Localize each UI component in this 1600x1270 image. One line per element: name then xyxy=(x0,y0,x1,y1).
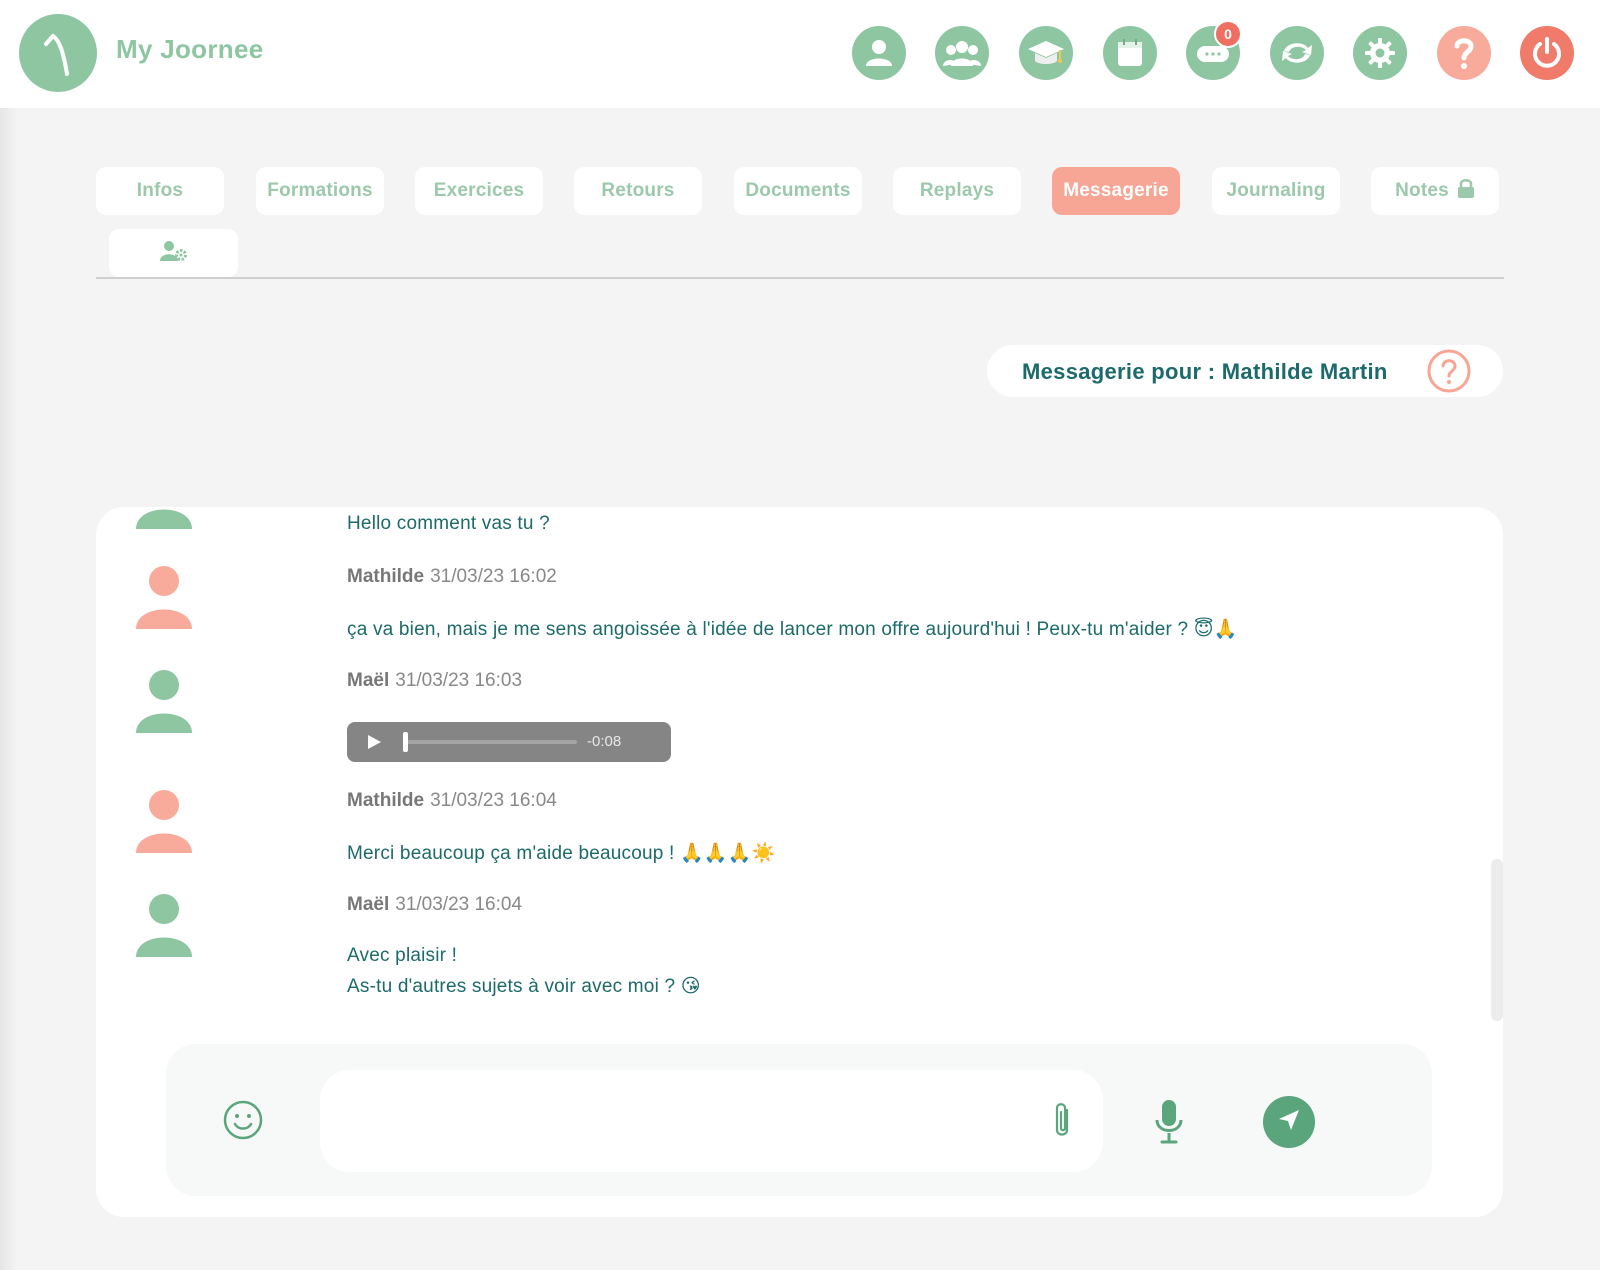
message-datetime: 31/03/23 16:03 xyxy=(395,670,523,691)
message-header: Mathilde 31/03/23 16:02 xyxy=(347,566,557,588)
tab-label: Notes xyxy=(1395,180,1449,201)
avatar-mael xyxy=(136,669,192,733)
message-text-line: Avec plaisir ! xyxy=(347,945,458,966)
tab-label: Replays xyxy=(919,180,995,201)
tab-replays[interactable]: Replays xyxy=(893,167,1021,215)
message-author: Mathilde xyxy=(347,790,425,811)
tab-exercices[interactable]: Exercices xyxy=(415,167,543,215)
tab-documents[interactable]: Documents xyxy=(734,167,862,215)
emoji-icon[interactable] xyxy=(222,1099,264,1141)
sync-icon[interactable] xyxy=(1270,26,1324,80)
page-edge-shadow xyxy=(0,108,18,1270)
page-title: Messagerie pour : Mathilde Martin xyxy=(1022,359,1388,384)
tab-formations[interactable]: Formations xyxy=(256,167,384,215)
app-name: My Joornee xyxy=(116,34,264,64)
tab-user-settings[interactable] xyxy=(109,229,238,277)
message-text-line: As-tu d'autres sujets à voir avec moi ? … xyxy=(347,976,701,997)
message-datetime: 31/03/23 16:04 xyxy=(395,894,523,915)
message-author: Maël xyxy=(347,670,390,691)
message-author: Maël xyxy=(347,894,390,915)
tabs-divider xyxy=(96,277,1504,279)
message-text: Hello comment vas tu ? xyxy=(347,513,550,534)
calendar-icon[interactable] xyxy=(1103,26,1157,80)
tab-retours[interactable]: Retours xyxy=(574,167,702,215)
lock-icon xyxy=(1457,178,1475,204)
chat-scrollbar[interactable] xyxy=(1491,859,1503,1021)
avatar-mael xyxy=(136,893,192,957)
top-header: My Joornee 0 xyxy=(0,0,1600,108)
message-header: Mathilde 31/03/23 16:04 xyxy=(347,790,557,812)
message-header: Maël 31/03/23 16:03 xyxy=(347,670,522,692)
page-title-bar: Messagerie pour : Mathilde Martin xyxy=(987,345,1503,397)
tab-label: Retours xyxy=(601,180,675,201)
help-circle-icon[interactable] xyxy=(1426,348,1472,394)
send-button[interactable] xyxy=(1263,1096,1315,1148)
microphone-icon[interactable] xyxy=(1154,1098,1184,1149)
message-header: Maël 31/03/23 16:04 xyxy=(347,894,522,916)
audio-scrubber[interactable] xyxy=(403,732,408,752)
gear-icon[interactable] xyxy=(1353,26,1407,80)
audio-player: -0:08 xyxy=(347,722,671,762)
group-icon[interactable] xyxy=(935,26,989,80)
send-icon xyxy=(1277,1108,1301,1137)
tab-label: Journaling xyxy=(1226,180,1326,201)
message-text: Merci beaucoup ça m'aide beaucoup ! 🙏🙏🙏☀… xyxy=(347,843,776,864)
avatar-mathilde xyxy=(136,565,192,629)
tab-label: Messagerie xyxy=(1063,180,1169,201)
power-icon[interactable] xyxy=(1520,26,1574,80)
profile-icon[interactable] xyxy=(852,26,906,80)
paperclip-icon[interactable] xyxy=(1052,1100,1074,1145)
tab-label: Infos xyxy=(136,180,184,201)
tab-journaling[interactable]: Journaling xyxy=(1212,167,1340,215)
audio-progress-track[interactable] xyxy=(405,740,577,744)
tab-label: Exercices xyxy=(433,180,525,201)
message-datetime: 31/03/23 16:02 xyxy=(430,566,557,587)
user-settings-icon xyxy=(159,240,188,267)
message-author: Mathilde xyxy=(347,566,425,587)
message-input[interactable] xyxy=(320,1070,1103,1172)
tab-label: Documents xyxy=(745,180,851,201)
audio-remaining-time: -0:08 xyxy=(587,733,622,750)
message-composer xyxy=(166,1044,1432,1196)
avatar-mael xyxy=(136,507,192,529)
graduation-cap-icon[interactable] xyxy=(1019,26,1073,80)
tab-messagerie[interactable]: Messagerie xyxy=(1052,167,1180,215)
notification-badge: 0 xyxy=(1214,20,1242,48)
tab-notes[interactable]: Notes xyxy=(1371,167,1499,215)
app-logo[interactable] xyxy=(19,14,97,92)
play-icon[interactable] xyxy=(365,733,383,756)
tab-infos[interactable]: Infos xyxy=(96,167,224,215)
message-text: ça va bien, mais je me sens angoissée à … xyxy=(347,619,1238,640)
message-datetime: 31/03/23 16:04 xyxy=(430,790,557,811)
help-icon[interactable] xyxy=(1437,26,1491,80)
tab-label: Formations xyxy=(267,180,373,201)
avatar-mathilde xyxy=(136,789,192,853)
chat-panel: Hello comment vas tu ? Mathilde 31/03/23 … xyxy=(96,507,1503,1217)
